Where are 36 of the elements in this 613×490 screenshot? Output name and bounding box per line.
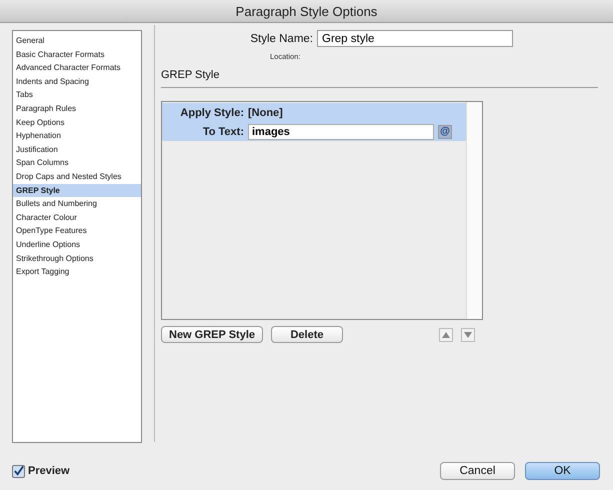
- apply-style-value[interactable]: [None]: [248, 107, 283, 119]
- category-item[interactable]: Tabs: [13, 88, 141, 102]
- category-item[interactable]: Bullets and Numbering: [13, 197, 141, 211]
- apply-style-label: Apply Style:: [179, 107, 244, 119]
- category-item[interactable]: Strikethrough Options: [13, 252, 141, 266]
- category-item[interactable]: Span Columns: [13, 156, 141, 170]
- to-text-label: To Text:: [202, 126, 244, 138]
- category-item[interactable]: Basic Character Formats: [13, 48, 141, 62]
- category-item[interactable]: General: [13, 34, 141, 48]
- category-item[interactable]: Advanced Character Formats: [13, 61, 141, 75]
- scroll-bar[interactable]: [466, 102, 482, 319]
- section-title: GREP Style: [161, 69, 220, 81]
- category-item[interactable]: Drop Caps and Nested Styles: [13, 170, 141, 184]
- move-up-icon[interactable]: [439, 328, 453, 342]
- window-title: Paragraph Style Options: [236, 4, 378, 18]
- dialog-button[interactable]: Cancel: [440, 462, 515, 480]
- style-name-field[interactable]: Grep style: [317, 30, 513, 47]
- category-item[interactable]: Indents and Spacing: [13, 74, 141, 88]
- category-item[interactable]: Paragraph Rules: [13, 102, 141, 116]
- category-item[interactable]: Hyphenation: [13, 129, 141, 143]
- list-button[interactable]: Delete: [271, 326, 343, 343]
- list-button[interactable]: New GREP Style: [161, 326, 263, 343]
- move-down-icon[interactable]: [461, 328, 475, 342]
- dialog-button[interactable]: OK: [525, 462, 600, 480]
- style-name-label: Style Name:: [250, 32, 313, 44]
- preview-label: Preview: [28, 465, 70, 477]
- category-item[interactable]: Character Colour: [13, 210, 141, 224]
- special-characters-button[interactable]: @: [438, 125, 452, 139]
- category-item[interactable]: GREP Style: [13, 184, 141, 198]
- category-item[interactable]: Keep Options: [13, 116, 141, 130]
- category-item[interactable]: Underline Options: [13, 238, 141, 252]
- category-item[interactable]: Export Tagging: [13, 265, 141, 279]
- category-item[interactable]: OpenType Features: [13, 224, 141, 238]
- preview-checkbox[interactable]: [12, 464, 25, 478]
- to-text-field[interactable]: images: [248, 124, 434, 140]
- category-item[interactable]: Justification: [13, 142, 141, 156]
